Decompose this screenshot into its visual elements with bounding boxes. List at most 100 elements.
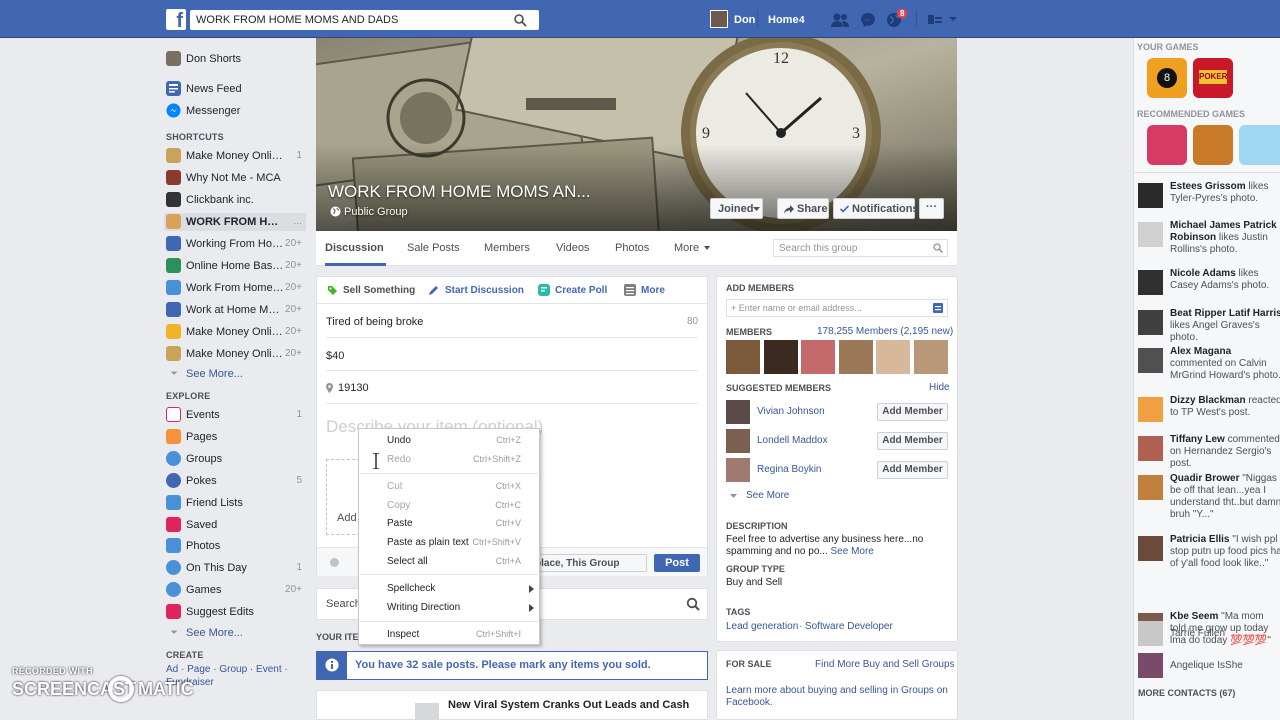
game-slots-icon[interactable] bbox=[1147, 125, 1187, 165]
sidebar-explore-item[interactable]: On This Day 1 bbox=[166, 559, 306, 577]
suggested-member-avatar[interactable] bbox=[726, 458, 750, 482]
ctx-paste[interactable]: Paste Ctrl+V bbox=[359, 515, 539, 533]
sidebar-explore-item[interactable]: Pages bbox=[166, 428, 306, 446]
location-input[interactable]: 19130 bbox=[338, 382, 369, 394]
game-8-ball-pool-icon[interactable]: 8 bbox=[1147, 58, 1187, 98]
tab-sale-posts[interactable]: Sale Posts bbox=[407, 242, 460, 254]
ctx-cut[interactable]: Cut Ctrl+X bbox=[359, 478, 539, 496]
member-avatar[interactable] bbox=[726, 340, 760, 374]
sidebar-shortcut-item[interactable]: Work From Home Op...20+ bbox=[166, 279, 306, 297]
hide-suggested-link[interactable]: Hide bbox=[929, 382, 950, 393]
ctx-spellcheck[interactable]: Spellcheck bbox=[359, 580, 539, 598]
share-button[interactable]: Share bbox=[777, 198, 829, 219]
tag-lead-generation[interactable]: Lead generation bbox=[726, 621, 798, 632]
sidebar-item-news-feed[interactable]: News Feed bbox=[166, 80, 306, 98]
search-icon[interactable] bbox=[686, 597, 700, 611]
game-poker-icon[interactable]: POKER bbox=[1193, 58, 1233, 98]
sidebar-item-profile[interactable]: Don Shorts bbox=[166, 50, 306, 68]
sidebar-explore-item[interactable]: Pokes 5 bbox=[166, 472, 306, 490]
member-avatar[interactable] bbox=[801, 340, 835, 374]
start-discussion-tab[interactable]: Start Discussion bbox=[445, 285, 524, 296]
ticker-story[interactable]: Patricia Ellis "I wish ppl stop putn up … bbox=[1137, 534, 1280, 570]
group-search-input[interactable]: Search this group bbox=[773, 239, 948, 257]
more-options-button[interactable]: ··· bbox=[919, 198, 944, 219]
explore-see-more-link[interactable]: See More... bbox=[166, 624, 306, 642]
find-more-groups-link[interactable]: Find More Buy and Sell Groups bbox=[815, 659, 955, 670]
ticker-story[interactable]: Dizzy Blackman reacted to TP West's post… bbox=[1137, 395, 1280, 431]
friend-requests-icon[interactable] bbox=[830, 12, 850, 28]
add-member-button[interactable]: Add Member bbox=[877, 432, 948, 450]
suggested-member-name[interactable]: Londell Maddox bbox=[757, 435, 828, 446]
home-link[interactable]: Home bbox=[768, 14, 799, 26]
more-contacts-heading[interactable]: MORE CONTACTS (67) bbox=[1138, 688, 1235, 698]
sell-something-tab[interactable]: Sell Something bbox=[343, 285, 415, 296]
tab-more[interactable]: More bbox=[674, 242, 699, 254]
global-search-input[interactable]: WORK FROM HOME MOMS AND DADS bbox=[190, 10, 539, 30]
members-count-link[interactable]: 178,255 Members (2,195 new) bbox=[817, 326, 953, 337]
quick-help-icon[interactable] bbox=[928, 14, 942, 25]
create-links[interactable]: Ad · Page · Group · Event · bbox=[166, 664, 288, 675]
sale-post-card[interactable]: New Viral System Cranks Out Leads and Ca… bbox=[316, 690, 708, 720]
ticker-story[interactable]: Alex Magana commented on Calvin MrGrind … bbox=[1137, 346, 1280, 382]
sidebar-explore-item[interactable]: Events 1 bbox=[166, 406, 306, 424]
sidebar-shortcut-item[interactable]: WORK FROM HOM...... bbox=[164, 213, 306, 231]
tab-videos[interactable]: Videos bbox=[556, 242, 589, 254]
ticker-story[interactable]: Tiffany Lew commented on Hernandez Sergi… bbox=[1137, 434, 1280, 470]
messages-icon[interactable] bbox=[860, 12, 876, 28]
sidebar-shortcut-item[interactable]: Make Money Online! 20+ bbox=[166, 323, 306, 341]
search-icon[interactable] bbox=[933, 243, 943, 253]
tab-photos[interactable]: Photos bbox=[615, 242, 649, 254]
ctx-writing-direction[interactable]: Writing Direction bbox=[359, 599, 539, 617]
suggested-member-name[interactable]: Regina Boykin bbox=[757, 464, 821, 475]
sidebar-shortcut-item[interactable]: Work at Home Moms...20+ bbox=[166, 301, 306, 319]
sidebar-explore-item[interactable]: Saved bbox=[166, 516, 306, 534]
audience-selector[interactable]: place, This Group bbox=[522, 554, 647, 572]
sidebar-explore-item[interactable]: Groups bbox=[166, 450, 306, 468]
more-tab[interactable]: More bbox=[641, 285, 665, 296]
ctx-inspect[interactable]: Inspect Ctrl+Shift+I bbox=[359, 626, 539, 644]
sidebar-shortcut-item[interactable]: Why Not Me - MCA bbox=[166, 169, 306, 187]
post-title[interactable]: New Viral System Cranks Out Leads and Ca… bbox=[448, 699, 689, 711]
create-poll-tab[interactable]: Create Poll bbox=[555, 285, 607, 296]
sidebar-item-messenger[interactable]: Messenger bbox=[166, 102, 306, 120]
group-title[interactable]: WORK FROM HOME MOMS AN... bbox=[328, 182, 591, 202]
member-avatar[interactable] bbox=[913, 340, 948, 374]
sidebar-explore-item[interactable]: Games 20+ bbox=[166, 581, 306, 599]
post-button[interactable]: Post bbox=[654, 554, 700, 572]
learn-more-link[interactable]: Learn more about buying and selling in G… bbox=[726, 685, 951, 709]
game-bottle-icon[interactable] bbox=[1239, 125, 1280, 165]
suggested-member-name[interactable]: Vivian Johnson bbox=[757, 406, 825, 417]
ctx-paste-plain[interactable]: Paste as plain text Ctrl+Shift+V bbox=[359, 534, 539, 552]
sidebar-shortcut-item[interactable]: Make Money Online ...20+ bbox=[166, 345, 306, 363]
joined-button[interactable]: Joined bbox=[710, 198, 763, 219]
sidebar-explore-item[interactable]: Photos bbox=[166, 537, 306, 555]
game-adventure-icon[interactable] bbox=[1193, 125, 1233, 165]
facebook-logo-icon[interactable]: f bbox=[166, 9, 186, 30]
search-icon[interactable] bbox=[513, 13, 527, 27]
ctx-undo[interactable]: Undo Ctrl+Z bbox=[359, 432, 539, 450]
description-see-more-link[interactable]: See More bbox=[831, 546, 874, 557]
notifications-button[interactable]: Notifications bbox=[833, 198, 919, 219]
tab-discussion[interactable]: Discussion bbox=[325, 242, 384, 254]
member-avatar[interactable] bbox=[876, 340, 910, 374]
sidebar-shortcut-item[interactable]: Working From Home...20+ bbox=[166, 235, 306, 253]
ticker-story[interactable]: Nicole Adams likes Casey Adams's photo. bbox=[1137, 268, 1280, 304]
sidebar-explore-item[interactable]: Friend Lists bbox=[166, 494, 306, 512]
sidebar-shortcut-item[interactable]: Online Home Based ...20+ bbox=[166, 257, 306, 275]
ticker-story[interactable]: Michael James Patrick Robinson likes Jus… bbox=[1137, 220, 1280, 256]
add-member-button[interactable]: Add Member bbox=[877, 403, 948, 421]
price-input[interactable]: $40 bbox=[326, 350, 344, 362]
add-members-input[interactable]: + Enter name or email address... bbox=[726, 299, 948, 317]
add-member-button[interactable]: Add Member bbox=[877, 461, 948, 479]
sidebar-shortcut-item[interactable]: Make Money Online ... 1 bbox=[166, 147, 306, 165]
suggested-member-avatar[interactable] bbox=[726, 429, 750, 453]
tab-members[interactable]: Members bbox=[484, 242, 530, 254]
ticker-story[interactable]: Beat Ripper Latif Harris likes Angel Gra… bbox=[1137, 308, 1280, 344]
contacts-icon[interactable] bbox=[933, 303, 943, 313]
sidebar-shortcut-item[interactable]: Clickbank inc. bbox=[166, 191, 306, 209]
sidebar-explore-item[interactable]: Suggest Edits bbox=[166, 603, 306, 621]
ticker-story[interactable]: Quadir Brower "Niggas be off that lean..… bbox=[1137, 473, 1280, 520]
profile-name-link[interactable]: Don bbox=[734, 14, 755, 26]
contact-item[interactable]: Angelique IsShe bbox=[1137, 653, 1280, 679]
ctx-select-all[interactable]: Select all Ctrl+A bbox=[359, 553, 539, 571]
